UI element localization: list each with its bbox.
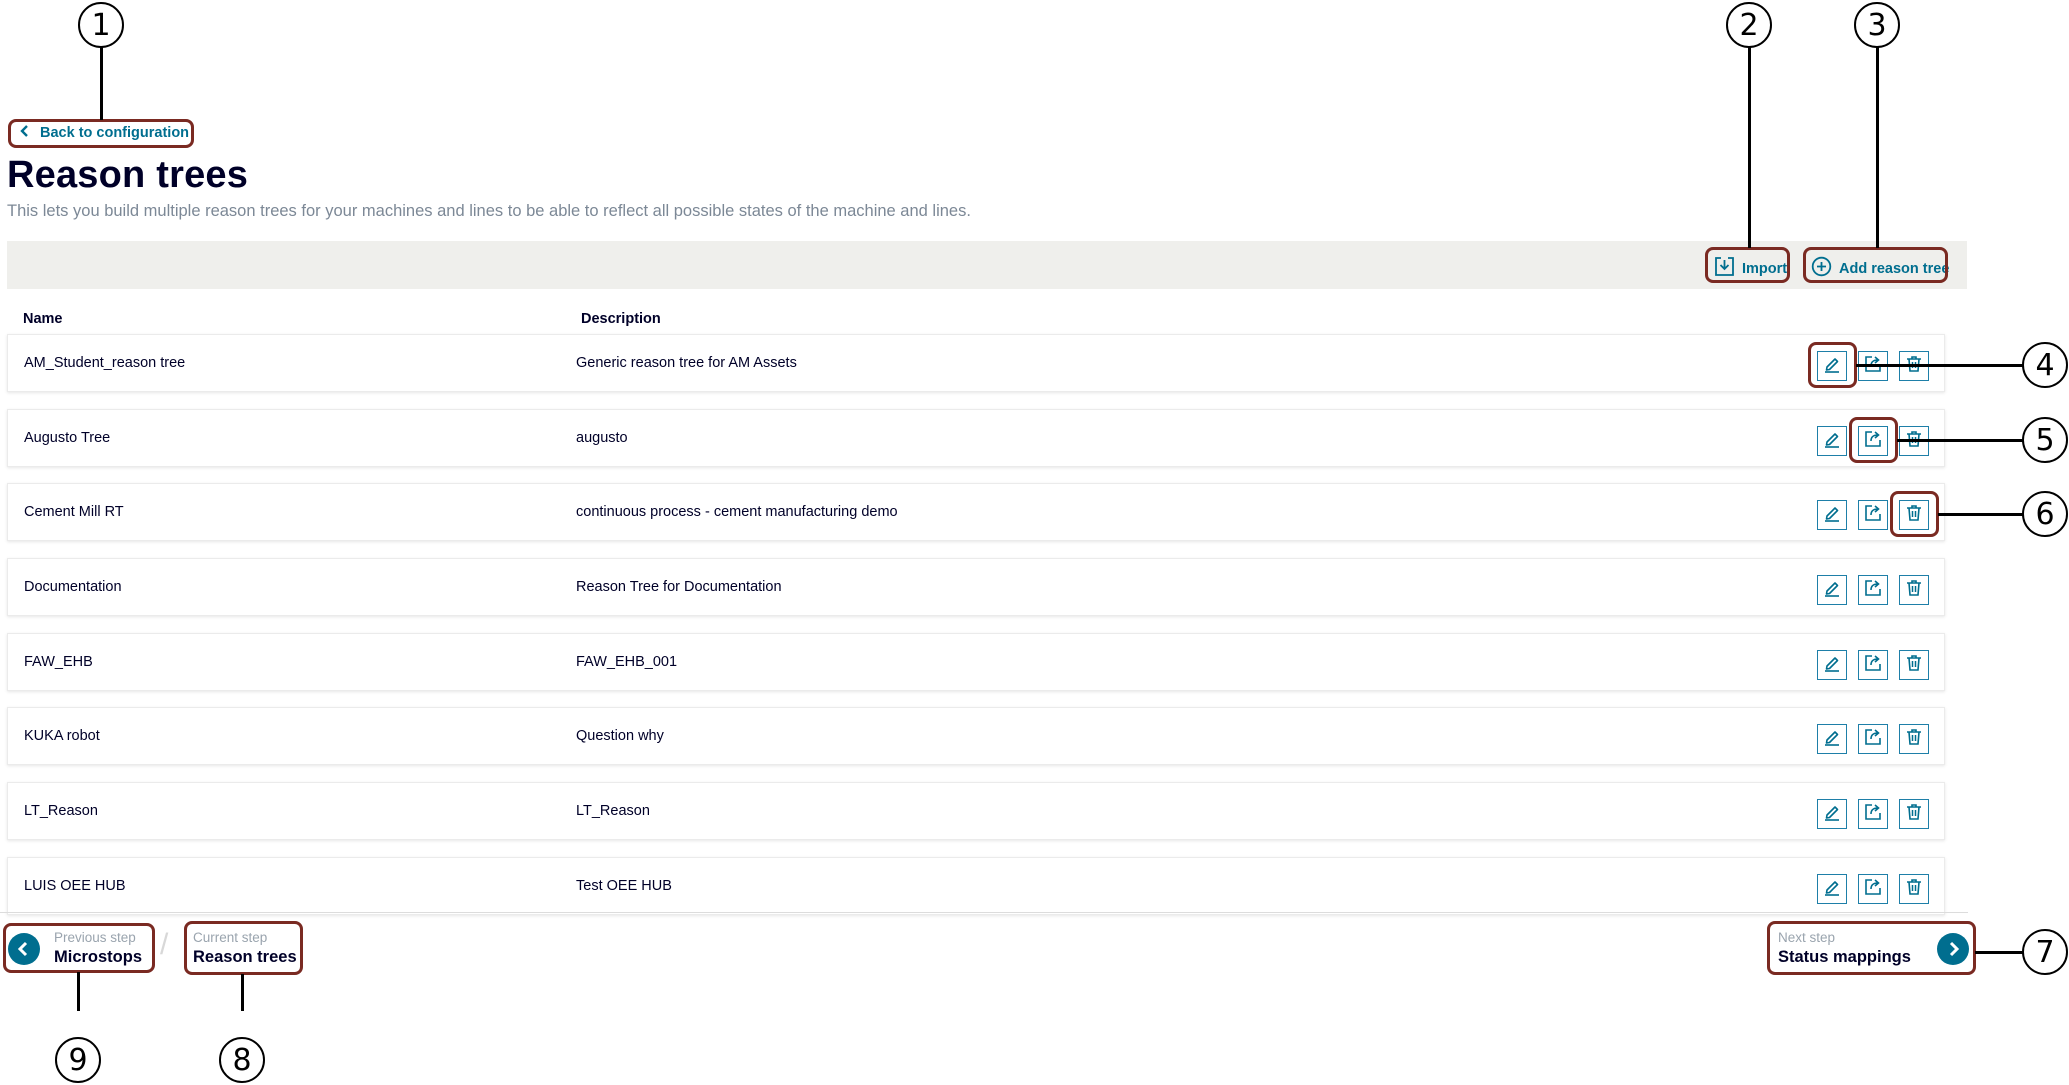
export-button[interactable] <box>1858 874 1888 904</box>
edit-icon <box>1822 429 1842 454</box>
export-button[interactable] <box>1858 500 1888 530</box>
leader-line-1 <box>100 47 103 120</box>
row-description: LT_Reason <box>576 803 650 819</box>
leader-line-2 <box>1748 47 1751 248</box>
row-description: Generic reason tree for AM Assets <box>576 355 797 371</box>
leader-line-5 <box>1897 439 2025 442</box>
toolbar <box>7 241 1967 289</box>
table-row: LUIS OEE HUB Test OEE HUB <box>7 857 1945 915</box>
leader-line-8 <box>241 974 244 1011</box>
callout-box-7 <box>1767 921 1976 975</box>
delete-icon <box>1904 877 1924 902</box>
table-row: Augusto Tree augusto <box>7 409 1945 467</box>
leader-line-6 <box>1938 513 2025 516</box>
table-row: Documentation Reason Tree for Documentat… <box>7 558 1945 616</box>
edit-icon <box>1822 503 1842 528</box>
callout-box-6 <box>1890 491 1939 537</box>
edit-icon <box>1822 727 1842 752</box>
edit-button[interactable] <box>1817 426 1847 456</box>
row-description: augusto <box>576 430 628 446</box>
leader-line-3 <box>1876 47 1879 248</box>
table-row: FAW_EHB FAW_EHB_001 <box>7 633 1945 691</box>
page-title: Reason trees <box>7 154 249 196</box>
callout-box-2 <box>1705 247 1790 283</box>
delete-button[interactable] <box>1899 724 1929 754</box>
edit-icon <box>1822 578 1842 603</box>
edit-button[interactable] <box>1817 575 1847 605</box>
callout-number-5: 5 <box>2022 417 2068 463</box>
delete-button[interactable] <box>1899 874 1929 904</box>
row-name: AM_Student_reason tree <box>24 355 186 371</box>
row-description: Test OEE HUB <box>576 878 672 894</box>
callout-number-3: 3 <box>1854 2 1900 48</box>
row-name: LUIS OEE HUB <box>24 878 126 894</box>
row-name: LT_Reason <box>24 803 98 819</box>
delete-icon <box>1904 578 1924 603</box>
export-button[interactable] <box>1858 650 1888 680</box>
row-name: Augusto Tree <box>24 430 111 446</box>
callout-number-2: 2 <box>1726 2 1772 48</box>
export-icon <box>1863 503 1883 528</box>
edit-button[interactable] <box>1817 799 1847 829</box>
delete-icon <box>1904 653 1924 678</box>
callout-box-1 <box>8 119 194 148</box>
edit-icon <box>1822 802 1842 827</box>
callout-box-5 <box>1849 417 1898 463</box>
callout-number-6: 6 <box>2022 491 2068 537</box>
callout-box-9 <box>3 923 155 973</box>
delete-icon <box>1904 802 1924 827</box>
edit-button[interactable] <box>1817 724 1847 754</box>
delete-button[interactable] <box>1899 575 1929 605</box>
page-subtitle: This lets you build multiple reason tree… <box>7 202 971 220</box>
column-header-description: Description <box>581 311 661 327</box>
edit-icon <box>1822 653 1842 678</box>
row-description: Question why <box>576 728 664 744</box>
row-name: KUKA robot <box>24 728 100 744</box>
delete-button[interactable] <box>1899 799 1929 829</box>
export-button[interactable] <box>1858 575 1888 605</box>
edit-button[interactable] <box>1817 874 1847 904</box>
export-icon <box>1863 727 1883 752</box>
export-icon <box>1863 802 1883 827</box>
export-icon <box>1863 877 1883 902</box>
footer-divider <box>0 912 1968 913</box>
export-icon <box>1863 653 1883 678</box>
row-name: Documentation <box>24 579 122 595</box>
callout-box-8 <box>184 921 303 975</box>
edit-button[interactable] <box>1817 650 1847 680</box>
edit-icon <box>1822 877 1842 902</box>
row-name: Cement Mill RT <box>24 504 124 520</box>
row-description: FAW_EHB_001 <box>576 654 678 670</box>
delete-icon <box>1904 727 1924 752</box>
export-button[interactable] <box>1858 799 1888 829</box>
callout-number-8: 8 <box>219 1037 265 1083</box>
row-name: FAW_EHB <box>24 654 93 670</box>
table-row: KUKA robot Question why <box>7 707 1945 765</box>
delete-button[interactable] <box>1899 650 1929 680</box>
callout-box-3 <box>1803 247 1948 283</box>
callout-number-4: 4 <box>2022 342 2068 388</box>
callout-number-9: 9 <box>55 1037 101 1083</box>
breadcrumb-separator: / <box>160 928 169 961</box>
callout-number-7: 7 <box>2022 929 2068 975</box>
row-description: Reason Tree for Documentation <box>576 579 782 595</box>
leader-line-4 <box>1856 364 2025 367</box>
leader-line-7 <box>1975 951 2025 954</box>
export-icon <box>1863 578 1883 603</box>
callout-box-4 <box>1808 342 1857 388</box>
export-button[interactable] <box>1858 724 1888 754</box>
table-row: Cement Mill RT continuous process - ceme… <box>7 483 1945 541</box>
column-header-name: Name <box>23 311 63 327</box>
table-row: AM_Student_reason tree Generic reason tr… <box>7 334 1945 392</box>
leader-line-9 <box>77 972 80 1011</box>
row-description: continuous process - cement manufacturin… <box>576 504 898 520</box>
callout-number-1: 1 <box>78 2 124 48</box>
edit-button[interactable] <box>1817 500 1847 530</box>
table-row: LT_Reason LT_Reason <box>7 782 1945 840</box>
